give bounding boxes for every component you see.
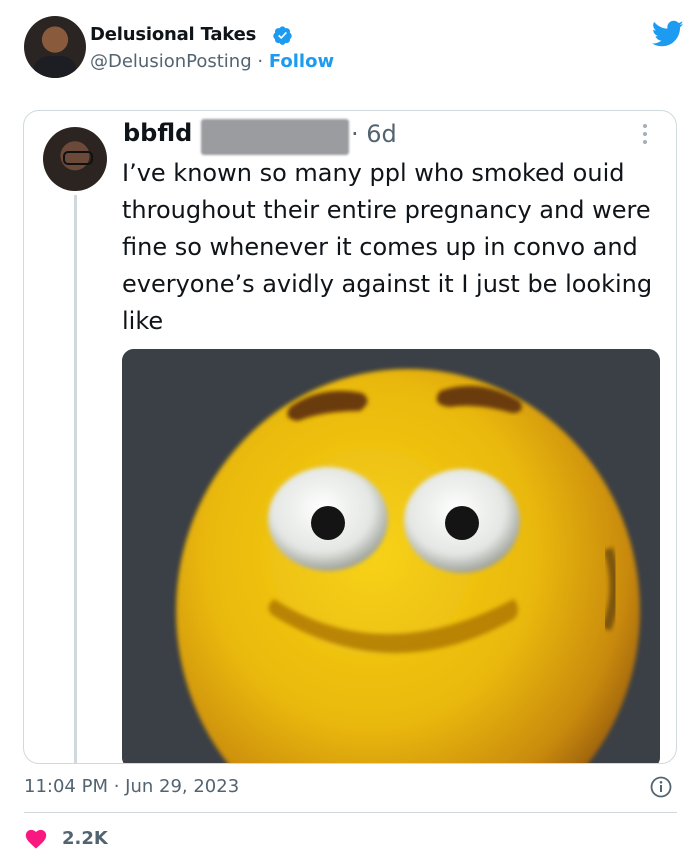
like-count: 2.2K [62,827,108,849]
follow-button[interactable]: Follow [269,51,334,72]
emoji-face-image [122,349,660,763]
separator: · [251,51,269,72]
handle-row: @DelusionPosting · Follow [90,51,334,72]
verified-badge-icon [273,26,292,45]
redacted-handle [201,119,349,155]
twitter-bird-icon[interactable] [652,20,684,48]
quoted-author-avatar[interactable] [43,127,107,191]
quoted-tweet-card[interactable]: bbfld · 6d I’ve known so many ppl who sm… [23,110,677,764]
like-row[interactable]: 2.2K [24,826,108,850]
more-options-icon[interactable] [642,123,648,145]
author-name[interactable]: Delusional Takes [90,24,256,45]
quoted-tweet-text: I’ve known so many ppl who smoked ouid t… [122,159,653,335]
author-avatar[interactable] [24,16,86,78]
info-icon[interactable] [650,776,672,798]
heart-icon[interactable] [24,827,48,849]
thread-line [74,195,77,763]
quoted-media-image[interactable] [122,349,660,763]
tweet-timestamp[interactable]: 11:04 PM · Jun 29, 2023 [24,776,239,797]
quoted-author-name[interactable]: bbfld [123,119,192,147]
tweet-header: Delusional Takes @DelusionPosting · Foll… [24,16,684,80]
author-handle[interactable]: @DelusionPosting [90,51,252,72]
quoted-time: · 6d [351,120,397,148]
divider [24,812,677,813]
